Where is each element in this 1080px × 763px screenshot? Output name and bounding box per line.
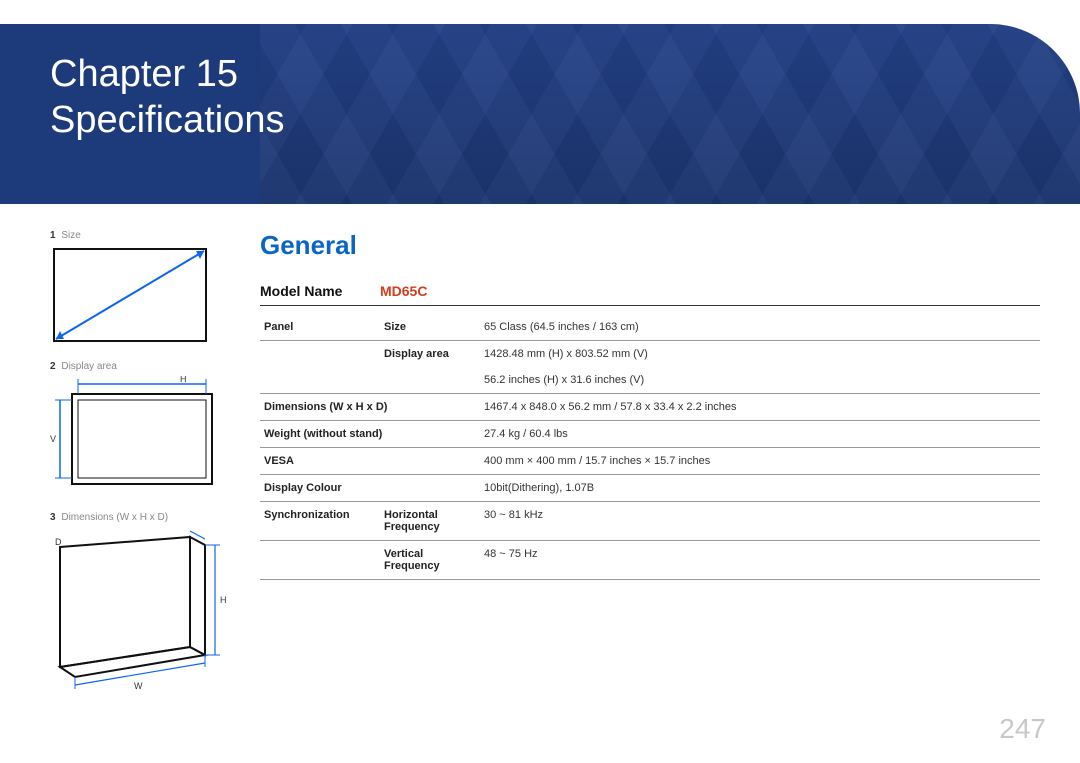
cell-hf-label: Horizontal Frequency (380, 502, 480, 541)
svg-text:W: W (134, 681, 143, 691)
row-vertical-freq: Vertical Frequency 48 ~ 75 Hz (260, 541, 1040, 580)
svg-text:H: H (180, 376, 187, 384)
chapter-title: Specifications (50, 98, 1080, 144)
cell-color-val: 10bit(Dithering), 1.07B (480, 475, 1040, 502)
cell-disp-val1: 1428.48 mm (H) x 803.52 mm (V) (480, 341, 1040, 368)
figure-size-diagram (50, 245, 230, 345)
svg-text:V: V (50, 434, 56, 444)
section-heading-general: General (260, 230, 1040, 261)
svg-text:H: H (220, 595, 227, 605)
chapter-prefix: Chapter (50, 53, 185, 95)
cell-dim-label: Dimensions (W x H x D) (260, 394, 480, 421)
cell-panel-cat: Panel (260, 314, 380, 341)
cell-wt-label: Weight (without stand) (260, 421, 480, 448)
cell-vesa-val: 400 mm × 400 mm / 15.7 inches × 15.7 inc… (480, 448, 1040, 475)
specifications-section: General Model Name MD65C Panel Size 65 C… (260, 230, 1040, 580)
cell-size-val: 65 Class (64.5 inches / 163 cm) (480, 314, 1040, 341)
model-name-value: MD65C (380, 283, 427, 299)
model-name-label: Model Name (260, 283, 380, 299)
figure-display-area-diagram: H V (50, 376, 230, 496)
cell-dim-val: 1467.4 x 848.0 x 56.2 mm / 57.8 x 33.4 x… (480, 394, 1040, 421)
figure-column: 1 Size 2 Display area H (50, 230, 230, 708)
cell-disp-val2: 56.2 inches (H) x 31.6 inches (V) (480, 367, 1040, 394)
cell-wt-val: 27.4 kg / 60.4 lbs (480, 421, 1040, 448)
chapter-header: Chapter 15 Specifications (0, 24, 1080, 204)
specification-table: Panel Size 65 Class (64.5 inches / 163 c… (260, 314, 1040, 580)
row-weight: Weight (without stand) 27.4 kg / 60.4 lb… (260, 421, 1040, 448)
figure-3-label: 3 Dimensions (W x H x D) (50, 512, 230, 523)
cell-sync-cat: Synchronization (260, 502, 380, 541)
cell-size-label: Size (380, 314, 480, 341)
cell-disp-label: Display area (380, 341, 480, 368)
cell-vf-val: 48 ~ 75 Hz (480, 541, 1040, 580)
row-vesa: VESA 400 mm × 400 mm / 15.7 inches × 15.… (260, 448, 1040, 475)
row-display-area-2: 56.2 inches (H) x 31.6 inches (V) (260, 367, 1040, 394)
chapter-line: Chapter 15 (50, 52, 1080, 98)
row-panel-size: Panel Size 65 Class (64.5 inches / 163 c… (260, 314, 1040, 341)
row-dimensions: Dimensions (W x H x D) 1467.4 x 848.0 x … (260, 394, 1040, 421)
figure-2-label: 2 Display area (50, 361, 230, 372)
cell-vesa-label: VESA (260, 448, 480, 475)
row-display-area-1: Display area 1428.48 mm (H) x 803.52 mm … (260, 341, 1040, 368)
page-number: 247 (999, 713, 1046, 745)
row-horizontal-freq: Synchronization Horizontal Frequency 30 … (260, 502, 1040, 541)
model-name-row: Model Name MD65C (260, 283, 1040, 306)
figure-1-label: 1 Size (50, 230, 230, 241)
figure-dimensions-diagram: D H W (50, 527, 230, 692)
cell-color-label: Display Colour (260, 475, 480, 502)
cell-hf-val: 30 ~ 81 kHz (480, 502, 1040, 541)
svg-text:D: D (55, 537, 62, 547)
chapter-number: 15 (196, 53, 238, 95)
row-display-colour: Display Colour 10bit(Dithering), 1.07B (260, 475, 1040, 502)
cell-vf-label: Vertical Frequency (380, 541, 480, 580)
